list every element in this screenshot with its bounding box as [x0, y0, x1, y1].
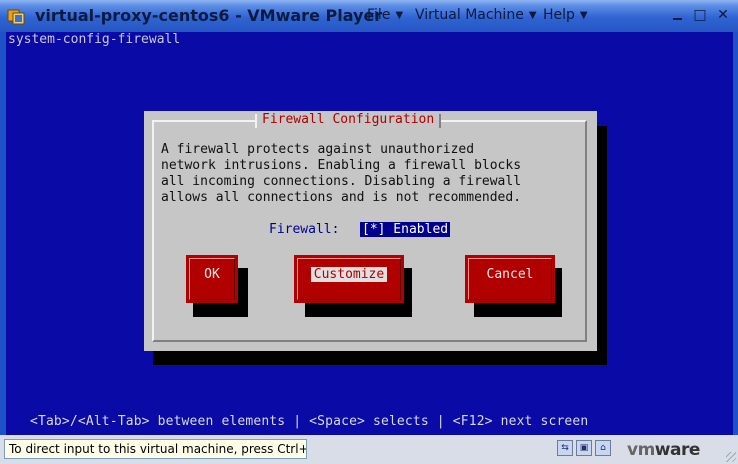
vmware-logo-ware: ware — [654, 440, 701, 460]
vmware-player-window: virtual-proxy-centos6 - VMware Player Fi… — [0, 0, 738, 464]
keyboard-help-line: <Tab>/<Alt-Tab> between elements | <Spac… — [30, 414, 589, 429]
menu-file-label: File — [367, 7, 391, 23]
input-hint-message: To direct input to this virtual machine,… — [4, 439, 307, 459]
window-title: virtual-proxy-centos6 - VMware Player — [35, 6, 383, 25]
minimize-icon[interactable] — [670, 7, 686, 23]
menu-virtual-machine[interactable]: Virtual Machine ▼ — [415, 7, 537, 23]
usb-device-icon[interactable]: ⇆ — [557, 440, 573, 456]
menu-help[interactable]: Help ▼ — [543, 7, 588, 23]
floppy-device-icon[interactable]: ▣ — [576, 440, 592, 456]
close-icon[interactable]: ✕ — [715, 7, 731, 23]
vmware-app-icon — [7, 9, 25, 25]
cancel-button[interactable]: Cancel — [465, 255, 555, 303]
description-line: allows all connections and is not recomm… — [161, 190, 522, 205]
chevron-down-icon: ▼ — [528, 10, 537, 21]
ok-button-label: OK — [204, 267, 220, 282]
vmware-logo-vm: vm — [627, 440, 655, 460]
network-device-icon[interactable]: ⌂ — [595, 440, 611, 456]
vmware-logo: vmware — [627, 440, 700, 460]
ok-button[interactable]: OK — [186, 255, 238, 303]
console-program-title: system-config-firewall — [8, 32, 181, 47]
cancel-button-label: Cancel — [486, 267, 534, 282]
description-line: A firewall protects against unauthorized — [161, 142, 475, 157]
customize-button[interactable]: Customize — [294, 255, 404, 303]
title-bar[interactable]: virtual-proxy-centos6 - VMware Player Fi… — [0, 0, 738, 32]
menu-virtual-machine-label: Virtual Machine — [415, 7, 524, 23]
customize-button-label-wrap: Customize — [294, 267, 404, 282]
chevron-down-icon: ▼ — [579, 10, 588, 21]
status-bar: To direct input to this virtual machine,… — [0, 435, 738, 464]
description-line: network intrusions. Enabling a firewall … — [161, 158, 522, 173]
firewall-enabled-checkbox[interactable]: [*] Enabled — [360, 222, 451, 237]
chevron-down-icon: ▼ — [395, 10, 404, 21]
customize-button-label: Customize — [310, 267, 388, 282]
dialog-title: Firewall Configuration — [254, 112, 442, 128]
menu-help-label: Help — [543, 7, 575, 23]
vm-console[interactable]: system-config-firewall Firewall Configur… — [6, 32, 733, 435]
firewall-label: Firewall: — [269, 222, 340, 237]
resize-grip-icon[interactable] — [726, 452, 736, 462]
menu-file[interactable]: File ▼ — [367, 7, 403, 23]
maximize-icon[interactable]: □ — [692, 7, 708, 23]
description-line: all incoming connections. Disabling a fi… — [161, 174, 522, 189]
firewall-dialog: Firewall Configuration A firewall protec… — [144, 111, 597, 351]
